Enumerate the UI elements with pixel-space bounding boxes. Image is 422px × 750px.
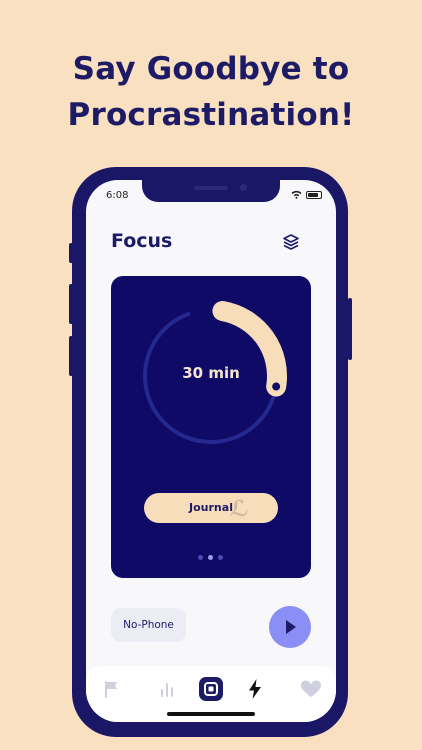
promo-headline: Say Goodbye to Procrastination! (0, 46, 422, 138)
status-time: 6:08 (106, 190, 129, 201)
bottom-tab-bar (86, 666, 336, 722)
focus-session-card: 30 min Journal ℒ (111, 276, 311, 578)
stats-icon[interactable] (154, 676, 180, 702)
phone-notch (142, 180, 280, 202)
page-title: Focus (111, 230, 173, 252)
activity-selector-button[interactable]: Journal ℒ (144, 493, 278, 523)
pager-dot[interactable] (198, 555, 203, 560)
start-session-button[interactable] (269, 606, 311, 648)
activity-watermark: ℒ (230, 497, 249, 522)
notch-camera (240, 184, 247, 191)
focus-icon[interactable] (198, 676, 224, 702)
flag-icon[interactable] (98, 676, 124, 702)
pager-dot-active[interactable] (208, 555, 213, 560)
headline-line-1: Say Goodbye to (72, 51, 350, 87)
bolt-icon[interactable] (242, 676, 268, 702)
play-icon (286, 620, 296, 634)
timer-knob (272, 382, 281, 391)
app-screen: 6:08 Focus 30 min Journal ℒ No-Phone (86, 180, 336, 722)
layers-icon[interactable] (282, 233, 300, 251)
no-phone-mode-button[interactable]: No-Phone (111, 608, 186, 642)
activity-label: Journal (189, 501, 233, 514)
phone-power-button (348, 298, 352, 360)
headline-line-2: Procrastination! (67, 97, 355, 133)
battery-icon (306, 190, 322, 199)
pager-dots (198, 555, 223, 560)
notch-speaker (194, 186, 228, 190)
home-indicator (167, 712, 255, 716)
status-icons (291, 190, 322, 199)
wifi-icon (291, 190, 302, 199)
pager-dot[interactable] (218, 555, 223, 560)
timer-duration: 30 min (182, 364, 240, 382)
heart-icon[interactable] (298, 676, 324, 702)
